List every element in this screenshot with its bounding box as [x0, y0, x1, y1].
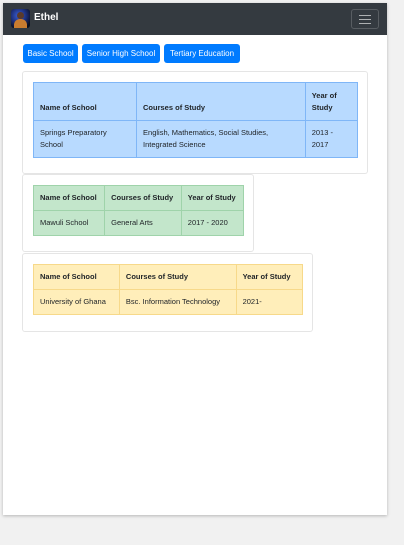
- column-header-name: Name of School: [32, 82, 138, 121]
- hamburger-icon: [359, 15, 371, 16]
- cell-year: 2021-: [235, 289, 304, 315]
- table-header-row: Name of School Courses of Study Year of …: [32, 185, 245, 211]
- cell-school-name: Mawuli School: [32, 210, 106, 236]
- cell-year: 2017 - 2020: [180, 210, 245, 236]
- page-frame: Ethel Basic School Senior High School Te…: [3, 3, 387, 515]
- senior-high-school-table: Name of School Courses of Study Year of …: [32, 185, 245, 236]
- column-header-year: Year of Study: [235, 264, 304, 290]
- column-header-year: Year of Study: [180, 185, 245, 211]
- column-header-year: Year of Study: [304, 82, 359, 121]
- column-header-name: Name of School: [32, 185, 106, 211]
- table-header-row: Name of School Courses of Study Year of …: [33, 264, 304, 290]
- table-row: University of Ghana Bsc. Information Tec…: [33, 289, 304, 315]
- senior-high-school-card: Name of School Courses of Study Year of …: [22, 174, 254, 252]
- column-header-courses: Courses of Study: [104, 185, 182, 211]
- basic-school-button[interactable]: Basic School: [23, 44, 78, 63]
- table-row: Mawuli School General Arts 2017 - 2020: [32, 210, 245, 236]
- table-row: Springs Preparatory School English, Math…: [32, 120, 359, 158]
- column-header-name: Name of School: [33, 264, 120, 290]
- column-header-courses: Courses of Study: [118, 264, 237, 290]
- cell-courses: Bsc. Information Technology: [118, 289, 237, 315]
- avatar[interactable]: [11, 9, 30, 28]
- cell-school-name: University of Ghana: [33, 289, 120, 315]
- column-header-courses: Courses of Study: [136, 82, 306, 121]
- basic-school-card: Name of School Courses of Study Year of …: [22, 71, 368, 174]
- cell-courses: English, Mathematics, Social Studies, In…: [136, 120, 306, 158]
- menu-toggle-button[interactable]: [351, 9, 379, 29]
- table-header-row: Name of School Courses of Study Year of …: [32, 82, 359, 121]
- tertiary-education-table: Name of School Courses of Study Year of …: [33, 264, 304, 315]
- senior-high-school-button[interactable]: Senior High School: [82, 44, 160, 63]
- navbar: Ethel: [3, 3, 387, 35]
- basic-school-table: Name of School Courses of Study Year of …: [32, 82, 359, 158]
- cell-courses: General Arts: [104, 210, 182, 236]
- tertiary-education-card: Name of School Courses of Study Year of …: [22, 253, 313, 332]
- navbar-brand[interactable]: Ethel: [34, 12, 58, 23]
- cell-year: 2013 - 2017: [304, 120, 359, 158]
- tertiary-education-button[interactable]: Tertiary Education: [164, 44, 240, 63]
- cell-school-name: Springs Preparatory School: [32, 120, 138, 158]
